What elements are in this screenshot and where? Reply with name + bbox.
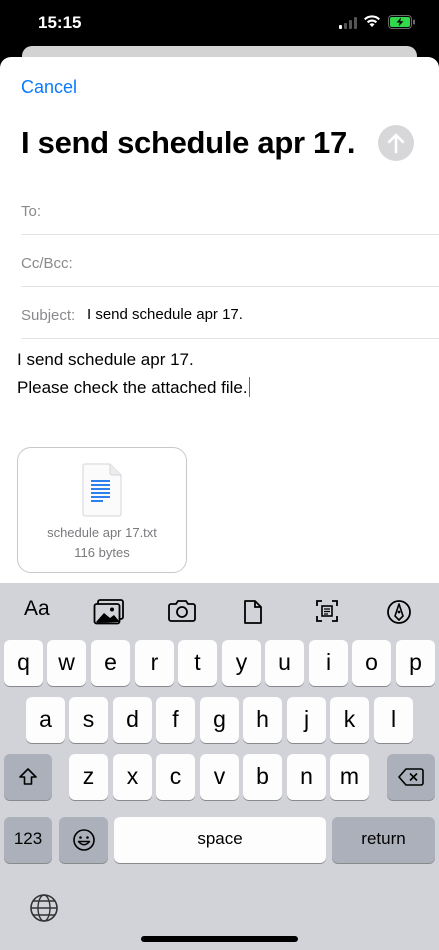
message-body[interactable]: I send schedule apr 17. Please check the… bbox=[17, 346, 251, 402]
key-o[interactable]: o bbox=[352, 640, 391, 686]
camera-icon[interactable] bbox=[167, 599, 197, 625]
key-w[interactable]: w bbox=[47, 640, 86, 686]
home-indicator bbox=[141, 936, 298, 942]
key-v[interactable]: v bbox=[200, 754, 239, 800]
key-g[interactable]: g bbox=[200, 697, 239, 743]
attachment-name: schedule apr 17.txt bbox=[47, 525, 157, 540]
cellular-signal-icon bbox=[339, 16, 357, 34]
key-n[interactable]: n bbox=[287, 754, 326, 800]
key-r[interactable]: r bbox=[135, 640, 174, 686]
body-line: Please check the attached file. bbox=[17, 378, 248, 397]
cc-bcc-label: Cc/Bcc: bbox=[21, 255, 73, 272]
key-m[interactable]: m bbox=[330, 754, 369, 800]
key-e[interactable]: e bbox=[91, 640, 130, 686]
text-cursor bbox=[248, 377, 251, 397]
key-u[interactable]: u bbox=[265, 640, 304, 686]
key-q[interactable]: q bbox=[4, 640, 43, 686]
to-label: To: bbox=[21, 203, 42, 220]
body-line-with-cursor: Please check the attached file. bbox=[17, 374, 251, 402]
attachment-size: 116 bytes bbox=[74, 545, 130, 560]
key-x[interactable]: x bbox=[113, 754, 152, 800]
return-key[interactable]: return bbox=[332, 817, 435, 863]
key-a[interactable]: a bbox=[26, 697, 65, 743]
compose-sheet: Cancel I send schedule apr 17. To: Cc/Bc… bbox=[0, 57, 439, 950]
shift-key[interactable] bbox=[4, 754, 52, 800]
key-k[interactable]: k bbox=[330, 697, 369, 743]
compose-title: I send schedule apr 17. bbox=[21, 125, 356, 160]
body-line: I send schedule apr 17. bbox=[17, 350, 194, 369]
send-button[interactable] bbox=[378, 125, 414, 161]
emoji-icon bbox=[72, 826, 96, 852]
photo-library-icon[interactable] bbox=[93, 599, 125, 625]
subject-label: Subject: bbox=[21, 307, 76, 324]
text-file-icon bbox=[81, 463, 123, 522]
key-z[interactable]: z bbox=[69, 754, 108, 800]
cancel-button[interactable]: Cancel bbox=[21, 77, 77, 98]
to-field[interactable]: To: bbox=[21, 183, 439, 235]
key-t[interactable]: t bbox=[178, 640, 217, 686]
scan-document-icon[interactable] bbox=[315, 599, 339, 625]
key-i[interactable]: i bbox=[309, 640, 348, 686]
key-y[interactable]: y bbox=[222, 640, 261, 686]
delete-key[interactable] bbox=[387, 754, 435, 800]
subject-value[interactable]: I send schedule apr 17. bbox=[87, 306, 243, 323]
key-l[interactable]: l bbox=[374, 697, 413, 743]
cc-bcc-field[interactable]: Cc/Bcc: bbox=[21, 235, 439, 287]
key-h[interactable]: h bbox=[243, 697, 282, 743]
numbers-key[interactable]: 123 bbox=[4, 817, 52, 863]
wifi-icon bbox=[363, 14, 381, 33]
format-button[interactable]: Aa bbox=[24, 597, 50, 623]
markup-icon[interactable] bbox=[386, 599, 412, 625]
key-c[interactable]: c bbox=[156, 754, 195, 800]
key-j[interactable]: j bbox=[287, 697, 326, 743]
document-icon[interactable] bbox=[243, 599, 263, 625]
key-s[interactable]: s bbox=[69, 697, 108, 743]
globe-icon[interactable] bbox=[29, 893, 59, 928]
space-key[interactable]: space bbox=[114, 817, 326, 863]
subject-field[interactable]: Subject: I send schedule apr 17. bbox=[21, 287, 439, 339]
key-f[interactable]: f bbox=[156, 697, 195, 743]
delete-backward-icon bbox=[398, 763, 424, 789]
key-p[interactable]: p bbox=[396, 640, 435, 686]
shift-icon bbox=[18, 763, 38, 789]
key-b[interactable]: b bbox=[243, 754, 282, 800]
status-time: 15:15 bbox=[38, 13, 82, 32]
emoji-key[interactable] bbox=[59, 817, 108, 863]
status-bar: 15:15 bbox=[0, 0, 439, 50]
battery-charging-icon bbox=[388, 15, 416, 34]
key-d[interactable]: d bbox=[113, 697, 152, 743]
attachment-tile[interactable]: schedule apr 17.txt 116 bytes bbox=[17, 447, 187, 573]
keyboard: Aa q w e r t y u i o p a s d f g h j k l… bbox=[0, 583, 439, 950]
